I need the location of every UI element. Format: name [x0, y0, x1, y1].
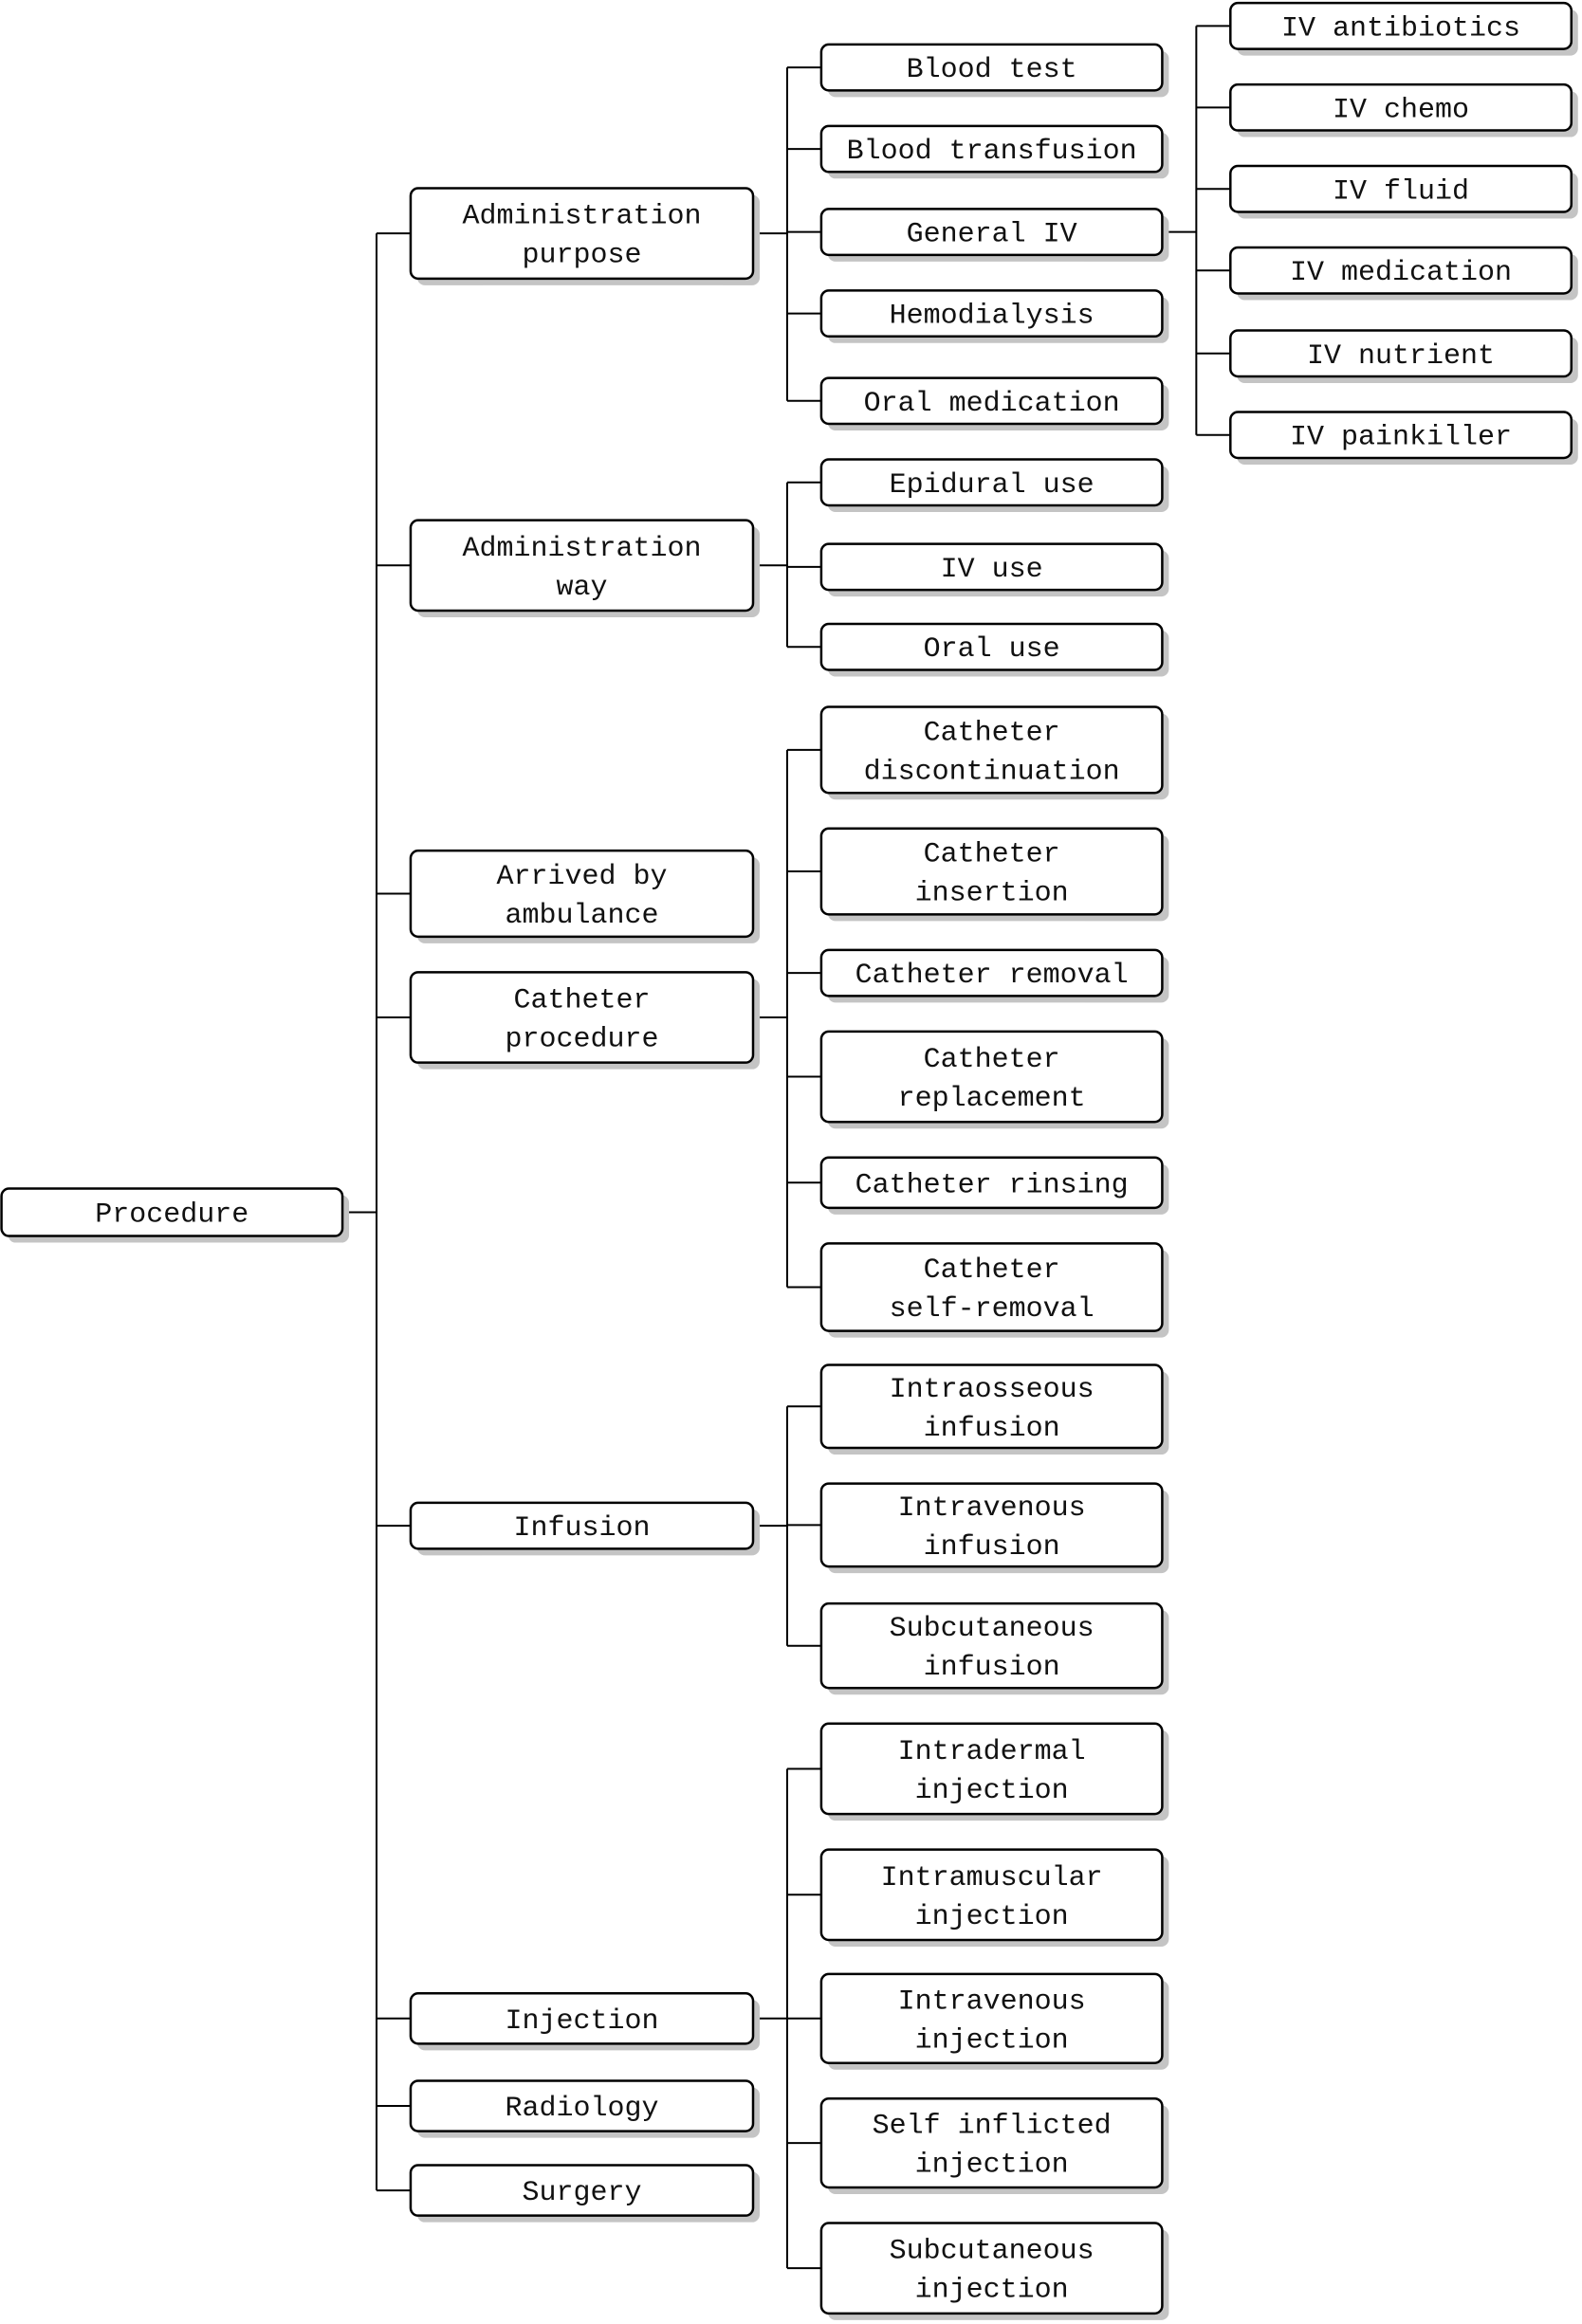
- node-label: Infusion: [513, 1512, 650, 1545]
- node-catheter-discontinuation: Catheter discontinuation: [819, 705, 1169, 800]
- node-administration-way: Administration way: [409, 519, 761, 617]
- node-catheter-procedure: Catheter procedure: [409, 971, 761, 1070]
- node-epidural-use: Epidural use: [819, 458, 1169, 512]
- node-label: Catheter: [924, 1254, 1060, 1287]
- node-procedure: Procedure: [0, 1187, 350, 1243]
- node-label: Self inflicted: [873, 2111, 1112, 2143]
- node-label: IV antibiotics: [1281, 12, 1520, 45]
- node-label: discontinuation: [864, 756, 1120, 788]
- node-iv-use: IV use: [819, 542, 1169, 597]
- node-label: infusion: [924, 1413, 1060, 1445]
- node-label: IV medication: [1290, 257, 1512, 289]
- node-label: IV chemo: [1333, 94, 1469, 126]
- node-iv-antibiotics: IV antibiotics: [1229, 1, 1578, 56]
- node-catheter-removal: Catheter removal: [819, 948, 1169, 1003]
- node-infusion: Infusion: [409, 1501, 761, 1556]
- node-label: injection: [915, 2024, 1069, 2057]
- node-label: Catheter: [924, 839, 1060, 871]
- node-label: Intramuscular: [881, 1862, 1103, 1894]
- procedure-tree-diagram: Procedure Administration purpose Blood test…: [0, 1, 1578, 2320]
- node-label: IV painkiller: [1290, 422, 1512, 454]
- node-blood-test: Blood test: [819, 43, 1169, 98]
- node-catheter-replacement: Catheter replacement: [819, 1030, 1169, 1129]
- node-label: IV fluid: [1333, 175, 1469, 208]
- node-label: injection: [915, 2275, 1069, 2307]
- node-label: injection: [915, 2150, 1069, 2182]
- node-hemodialysis: Hemodialysis: [819, 289, 1169, 343]
- node-label: Epidural use: [890, 469, 1095, 502]
- node-radiology: Radiology: [409, 2079, 761, 2138]
- node-label: Oral medication: [864, 388, 1120, 420]
- node-catheter-insertion: Catheter insertion: [819, 827, 1169, 922]
- node-surgery: Surgery: [409, 2164, 761, 2223]
- node-general-iv: General IV: [819, 208, 1169, 262]
- node-iv-medication: IV medication: [1229, 246, 1578, 301]
- node-administration-purpose: Administration purpose: [409, 187, 761, 285]
- node-label: Intravenous: [898, 1492, 1086, 1525]
- node-label: Catheter: [924, 1044, 1060, 1076]
- node-label: Administration: [462, 201, 701, 233]
- node-label: Subcutaneous: [890, 2236, 1095, 2268]
- node-label: Intradermal: [898, 1736, 1086, 1768]
- node-label: Catheter: [924, 717, 1060, 749]
- node-label: Catheter removal: [855, 960, 1129, 992]
- node-label: Arrived by: [496, 861, 667, 893]
- node-label: replacement: [898, 1083, 1086, 1115]
- node-self-inflicted-injection: Self inflicted injection: [819, 2096, 1169, 2194]
- node-label: Administration: [462, 533, 701, 565]
- node-label: infusion: [924, 1531, 1060, 1564]
- node-catheter-self-removal: Catheter self-removal: [819, 1242, 1169, 1338]
- node-label: purpose: [522, 240, 641, 272]
- node-label: ambulance: [505, 900, 658, 932]
- node-intravenous-infusion: Intravenous infusion: [819, 1482, 1169, 1574]
- node-label: Catheter rinsing: [855, 1169, 1129, 1201]
- node-blood-transfusion: Blood transfusion: [819, 124, 1169, 179]
- node-iv-nutrient: IV nutrient: [1229, 329, 1578, 384]
- node-iv-painkiller: IV painkiller: [1229, 411, 1578, 465]
- node-label: Blood test: [907, 54, 1077, 86]
- node-subcutaneous-infusion: Subcutaneous infusion: [819, 1601, 1169, 1695]
- node-label: infusion: [924, 1652, 1060, 1684]
- node-iv-chemo: IV chemo: [1229, 82, 1578, 137]
- node-iv-fluid: IV fluid: [1229, 164, 1578, 219]
- node-label: Radiology: [505, 2093, 658, 2125]
- node-label: Hemodialysis: [890, 301, 1095, 333]
- node-intradermal-injection: Intradermal injection: [819, 1722, 1169, 1821]
- node-label: procedure: [505, 1023, 658, 1055]
- node-label: Injection: [505, 2005, 658, 2038]
- tree-nodes: Procedure Administration purpose Blood test…: [0, 1, 1578, 2320]
- node-label: Subcutaneous: [890, 1613, 1095, 1645]
- node-subcutaneous-injection: Subcutaneous injection: [819, 2222, 1169, 2320]
- node-injection: Injection: [409, 1991, 761, 2051]
- node-label: injection: [915, 1901, 1069, 1933]
- node-label: IV use: [941, 554, 1043, 586]
- node-label: Surgery: [522, 2177, 641, 2209]
- node-label: self-removal: [890, 1293, 1095, 1326]
- node-label: Procedure: [95, 1199, 248, 1232]
- node-label: Intraosseous: [890, 1374, 1095, 1406]
- node-catheter-rinsing: Catheter rinsing: [819, 1156, 1169, 1215]
- node-label: injection: [915, 1775, 1069, 1807]
- node-oral-medication: Oral medication: [819, 376, 1169, 431]
- node-label: IV nutrient: [1307, 340, 1495, 373]
- node-label: insertion: [915, 878, 1069, 910]
- node-arrived-by-ambulance: Arrived by ambulance: [409, 849, 761, 943]
- node-label: Blood transfusion: [847, 136, 1137, 168]
- node-label: Oral use: [924, 633, 1060, 666]
- node-intraosseous-infusion: Intraosseous infusion: [819, 1363, 1169, 1455]
- node-label: Catheter: [513, 984, 650, 1016]
- node-intramuscular-injection: Intramuscular injection: [819, 1848, 1169, 1947]
- node-intravenous-injection: Intravenous injection: [819, 1972, 1169, 2070]
- node-label: Intravenous: [898, 1985, 1086, 2018]
- node-label: way: [556, 572, 607, 604]
- node-label: General IV: [907, 219, 1077, 251]
- node-oral-use: Oral use: [819, 622, 1169, 677]
